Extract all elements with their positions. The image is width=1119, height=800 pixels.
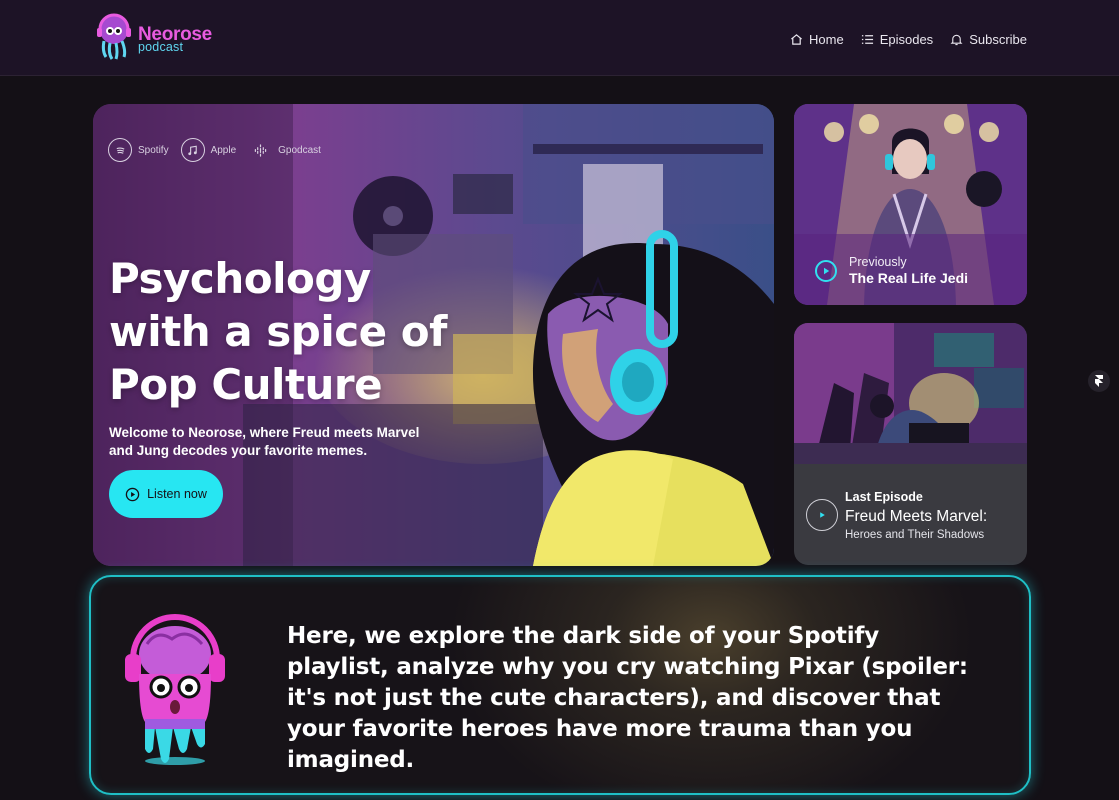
platform-gpodcast[interactable]: Gpodcast [248, 138, 321, 162]
hero-title: Psychology with a spice of Pop Culture [109, 254, 447, 409]
brand-subtitle: podcast [138, 40, 184, 54]
previous-episode-title: The Real Life Jedi [849, 270, 969, 286]
nav-subscribe-label: Subscribe [969, 31, 1027, 47]
list-icon [861, 34, 873, 44]
previous-play-button[interactable] [815, 260, 837, 282]
listen-now-button[interactable]: Listen now [109, 470, 223, 518]
nav-home-label: Home [809, 31, 844, 47]
spotify-icon [108, 138, 132, 162]
hero-banner: Spotify Apple Gpodcast Psychology with a… [93, 104, 774, 566]
platform-spotify[interactable]: Spotify [108, 138, 169, 162]
last-episode-play-button[interactable] [806, 499, 838, 531]
framer-badge-button[interactable] [1088, 370, 1110, 392]
platform-gpodcast-label: Gpodcast [278, 144, 321, 156]
marvel-episode-artwork [794, 323, 1027, 464]
last-episode-title: Freud Meets Marvel: [845, 508, 988, 525]
platform-apple-label: Apple [210, 144, 237, 156]
listen-now-label: Listen now [147, 487, 207, 501]
last-episode-card[interactable]: Last Episode Freud Meets Marvel: Heroes … [794, 323, 1027, 565]
about-text: Here, we explore the dark side of your S… [287, 623, 968, 773]
previous-label: Previously [849, 255, 907, 269]
play-circle-icon [125, 487, 140, 501]
nav-episodes[interactable]: Episodes [861, 29, 933, 49]
home-icon [791, 33, 803, 45]
about-panel: Here, we explore the dark side of your S… [89, 575, 1031, 795]
octopus-logo-icon [97, 13, 131, 60]
nav-episodes-label: Episodes [879, 31, 934, 47]
previous-episode-card[interactable]: Previously The Real Life Jedi [794, 104, 1027, 305]
music-note-icon [180, 138, 205, 162]
brain-mascot-icon [125, 614, 225, 765]
framer-icon [1095, 375, 1103, 387]
play-icon [824, 267, 830, 275]
logo[interactable]: Neorose podcast [94, 13, 224, 63]
platform-spotify-label: Spotify [138, 144, 169, 156]
nav-home[interactable]: Home [790, 29, 844, 49]
hero-description: Welcome to Neorose, where Freud meets Ma… [109, 425, 420, 458]
last-episode-label: Last Episode [845, 490, 923, 504]
platform-apple[interactable]: Apple [180, 138, 237, 162]
play-icon [820, 512, 825, 518]
platform-links: Spotify Apple Gpodcast [108, 138, 321, 162]
nav-subscribe[interactable]: Subscribe [950, 29, 1027, 49]
google-podcast-icon [248, 138, 272, 162]
main-nav: Home Episodes Subscribe [790, 29, 1027, 49]
last-episode-subtitle: Heroes and Their Shadows [845, 529, 985, 541]
bell-icon [950, 34, 963, 45]
header: Neorose podcast Home Episodes Subscribe [0, 0, 1119, 76]
